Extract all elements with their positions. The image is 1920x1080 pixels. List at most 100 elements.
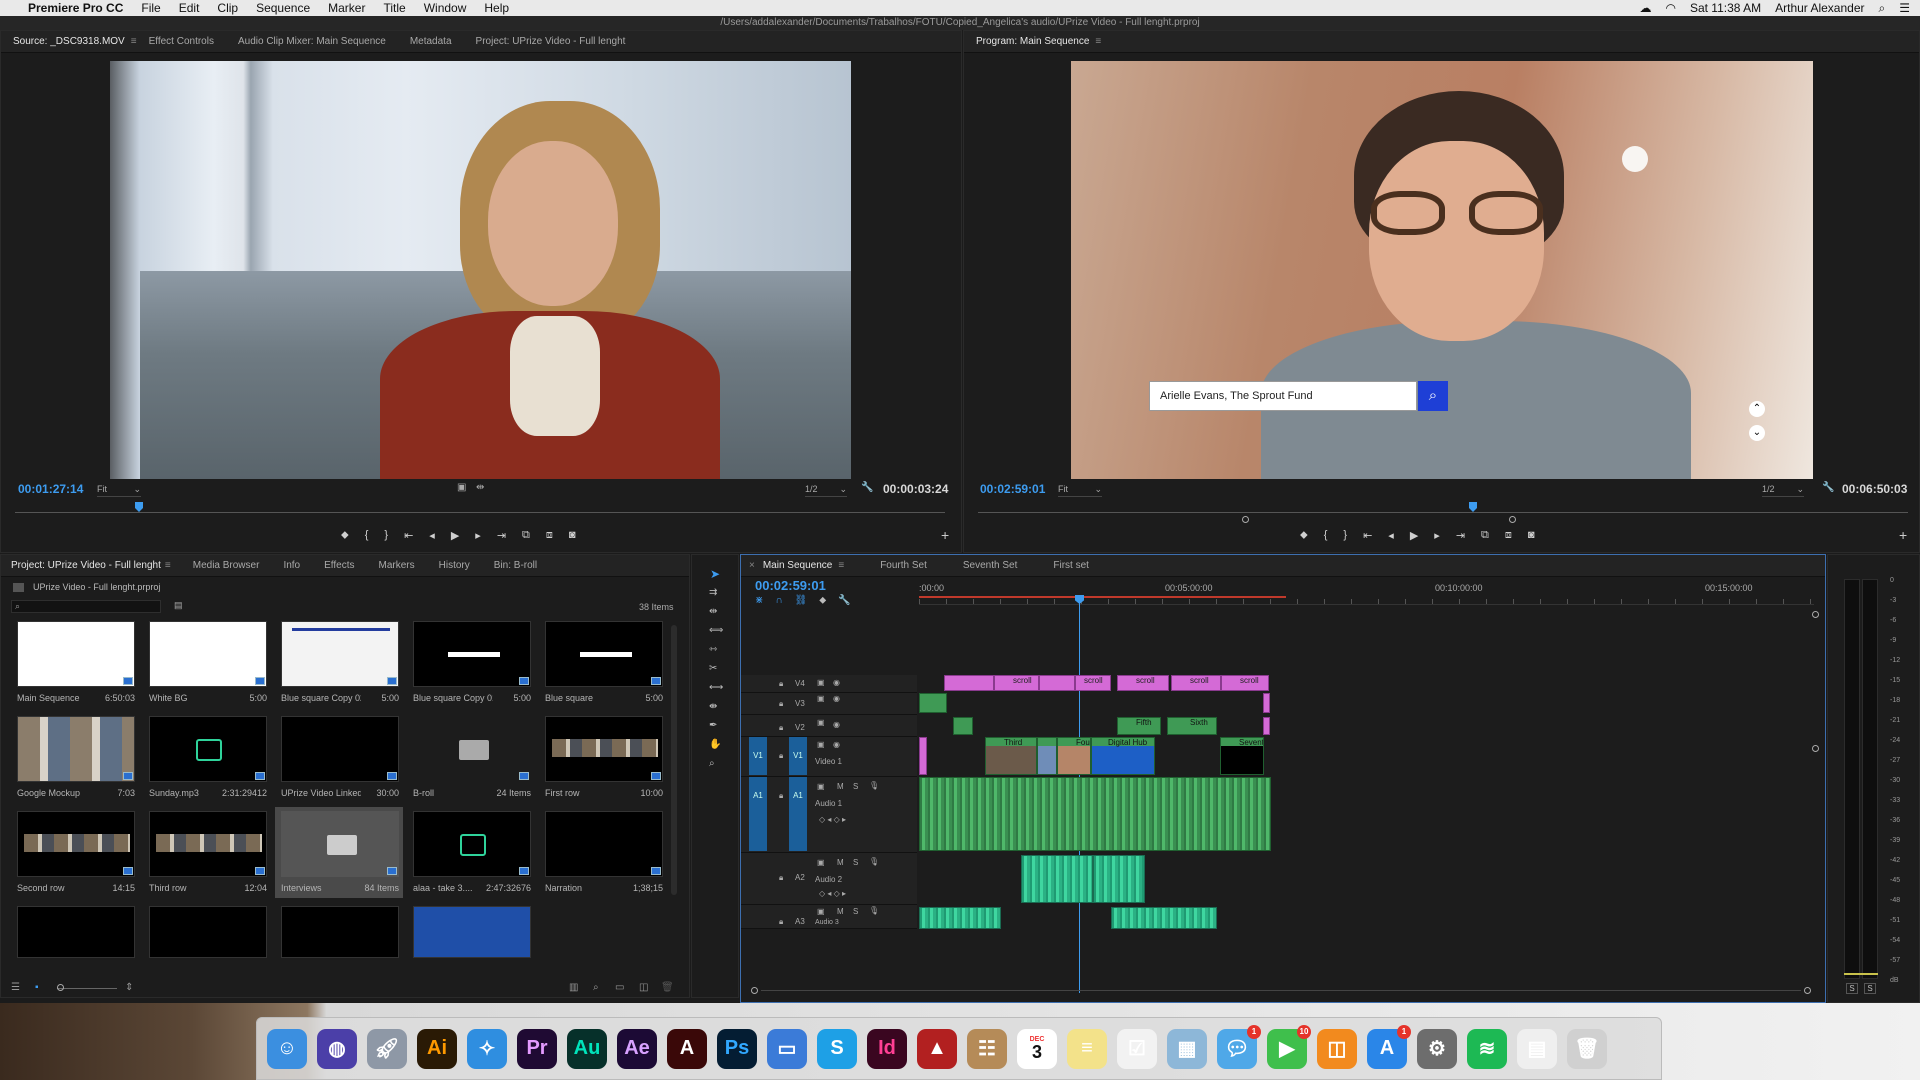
hand-tool-icon[interactable]: ✋ <box>709 739 721 750</box>
dock-document-icon[interactable]: ▤ <box>1517 1028 1557 1069</box>
wifi-icon[interactable]: ◠ <box>1665 1 1675 15</box>
zoom-slider[interactable] <box>57 988 117 989</box>
dock-notes-icon[interactable]: ≡ <box>1067 1028 1107 1069</box>
search-button[interactable]: ⌕ <box>1418 381 1448 411</box>
dock-siri-icon[interactable]: ◍ <box>317 1028 357 1069</box>
lock-icon[interactable]: 🔒︎ <box>779 723 783 733</box>
v4-clip-scroll[interactable]: scroll <box>1075 675 1111 691</box>
program-out-circle[interactable] <box>1509 516 1516 523</box>
project-scrollbar[interactable] <box>671 625 677 895</box>
bin-item[interactable]: alaa - take 3.... 2:47:32676 <box>407 807 535 898</box>
v4-clip-scroll[interactable]: scroll <box>1117 675 1169 691</box>
a1-audio-clips[interactable] <box>919 777 1271 851</box>
bin-item-thumbnail[interactable] <box>545 906 663 958</box>
panel-menu-icon[interactable]: ≡ <box>1095 36 1101 47</box>
tab-media-browser[interactable]: Media Browser <box>181 560 272 571</box>
track-v4-header[interactable]: 🔒︎ V4 ▣ ◉ <box>741 675 917 693</box>
sync-lock-icon[interactable]: ▣ <box>817 740 825 749</box>
tab-history[interactable]: History <box>427 560 482 571</box>
keyframe-nav-icon[interactable]: ◇ ◂ ◇ ▸ <box>819 815 846 824</box>
step-back-icon[interactable]: ◂ <box>1388 529 1394 542</box>
panel-menu-icon[interactable]: ≡ <box>165 560 171 571</box>
insert-icon[interactable]: ⧉ <box>522 529 530 542</box>
camera-icon[interactable]: ◙ <box>569 529 576 542</box>
dock-id-icon[interactable]: Id <box>867 1028 907 1069</box>
v2-clip-fifth[interactable]: Fifth <box>1117 717 1161 735</box>
bin-item[interactable]: B-roll 24 Items <box>407 712 535 803</box>
v4-clip[interactable] <box>1039 675 1075 691</box>
v1-clip[interactable] <box>1037 737 1057 775</box>
dock-spotify-icon[interactable]: ≋ <box>1467 1028 1507 1069</box>
bin-item[interactable]: Sunday.mp3 2:31:29412 <box>143 712 271 803</box>
v3-clip[interactable] <box>1263 693 1270 713</box>
dock-finder-icon[interactable]: ☺ <box>267 1028 307 1069</box>
timeline-timecode[interactable]: 00:02:59:01 <box>755 578 826 593</box>
extract-icon[interactable]: ⧈ <box>1505 529 1512 542</box>
new-bin-icon[interactable]: ▭ <box>615 982 624 993</box>
sort-icon[interactable]: ⇕ <box>125 982 133 993</box>
sync-lock-icon[interactable]: ▣ <box>817 718 825 727</box>
add-marker-icon[interactable]: ⬥ <box>341 529 349 542</box>
dock-launchpad-icon[interactable]: 🚀︎ <box>367 1028 407 1069</box>
dock-reminders-icon[interactable]: ☑ <box>1117 1028 1157 1069</box>
tab-info[interactable]: Info <box>271 560 312 571</box>
mute-button[interactable]: M <box>837 907 844 916</box>
new-search-bin-icon[interactable]: ▤ <box>174 600 183 611</box>
project-search-input[interactable]: ⌕ <box>11 600 161 613</box>
zoom-slider-handle[interactable] <box>57 984 64 991</box>
dock-app-store-icon[interactable]: A1 <box>1367 1024 1411 1069</box>
tab-markers[interactable]: Markers <box>367 560 427 571</box>
track-a1-header[interactable]: A1 🔒︎ A1 ▣ M S 🎙︎ Audio 1 ◇ ◂ ◇ ▸ <box>741 777 917 853</box>
icon-view-icon[interactable]: ▪ <box>35 982 39 993</box>
keyframe-nav-icon[interactable]: ◇ ◂ ◇ ▸ <box>819 889 846 898</box>
microphone-icon[interactable]: 🎙︎ <box>869 906 879 915</box>
rate-stretch-tool-icon[interactable]: ⇿ <box>709 644 717 655</box>
dock-keynote-icon[interactable]: ▭ <box>767 1028 807 1069</box>
go-to-out-icon[interactable]: ⇥ <box>1456 529 1465 542</box>
source-scrubber[interactable] <box>15 502 945 514</box>
step-forward-icon[interactable]: ▸ <box>1434 529 1440 542</box>
dock-pr-icon[interactable]: Pr <box>517 1028 557 1069</box>
spotlight-icon[interactable]: ⌕ <box>1879 1 1886 16</box>
mute-button[interactable]: M <box>837 782 844 791</box>
lock-icon[interactable]: 🔒︎ <box>779 699 783 709</box>
sync-lock-icon[interactable]: ▣ <box>817 782 825 791</box>
v4-clip-scroll[interactable]: scroll <box>1171 675 1221 691</box>
v4-clip-scroll[interactable]: scroll <box>994 675 1039 691</box>
bin-item[interactable]: Third row 12:04 <box>143 807 271 898</box>
v1-clip-fourth[interactable]: Four <box>1057 737 1091 775</box>
timeline-h-scrollbar[interactable] <box>751 987 1811 995</box>
list-view-icon[interactable]: ☰ <box>11 982 20 993</box>
microphone-icon[interactable]: 🎙︎ <box>869 781 879 790</box>
dock-skype-icon[interactable]: S <box>817 1028 857 1069</box>
rolling-edit-tool-icon[interactable]: ⟺ <box>709 625 723 636</box>
program-playhead[interactable] <box>1469 502 1477 512</box>
bin-item[interactable]: Second row 14:15 <box>11 807 139 898</box>
tab-first-set[interactable]: First set <box>1035 560 1107 571</box>
scroll-handle-right[interactable] <box>1804 987 1811 994</box>
track-a3-header[interactable]: 🔒︎ A3 ▣ M S 🎙︎ Audio 3 <box>741 905 917 929</box>
bin-item-thumbnail[interactable] <box>281 906 399 958</box>
tab-effects[interactable]: Effects <box>312 560 366 571</box>
mark-out-icon[interactable]: } <box>1343 529 1347 542</box>
source-patch-v1[interactable]: V1 <box>749 737 767 775</box>
track-v2-header[interactable]: 🔒︎ V2 ▣ ◉ <box>741 715 917 737</box>
razor-tool-icon[interactable]: ✂ <box>709 663 717 674</box>
tab-audio-clip-mixer[interactable]: Audio Clip Mixer: Main Sequence <box>226 36 398 47</box>
trash-icon[interactable]: 🗑 <box>661 982 674 993</box>
dock-ps-icon[interactable]: Ps <box>717 1028 757 1069</box>
overwrite-icon[interactable]: ⧈ <box>546 529 553 542</box>
sync-lock-icon[interactable]: ▣ <box>817 678 825 687</box>
program-zoom-select[interactable]: Fit ⌄ <box>1058 484 1102 497</box>
menu-help[interactable]: Help <box>484 1 509 15</box>
bin-item[interactable]: First row 10:00 <box>539 712 667 803</box>
bin-item[interactable]: Blue square Copy 01 5:00 <box>407 617 535 708</box>
solo-button[interactable]: S <box>853 782 858 791</box>
bin-item-thumbnail[interactable] <box>413 906 531 958</box>
dock-calendar-icon[interactable]: DEC 3 <box>1017 1028 1057 1069</box>
lock-icon[interactable]: 🔒︎ <box>779 679 783 689</box>
dock-ibooks-icon[interactable]: ◫ <box>1317 1028 1357 1069</box>
tab-bin-broll[interactable]: Bin: B-roll <box>482 560 549 571</box>
menu-window[interactable]: Window <box>424 1 467 15</box>
tab-seventh-set[interactable]: Seventh Set <box>945 560 1035 571</box>
